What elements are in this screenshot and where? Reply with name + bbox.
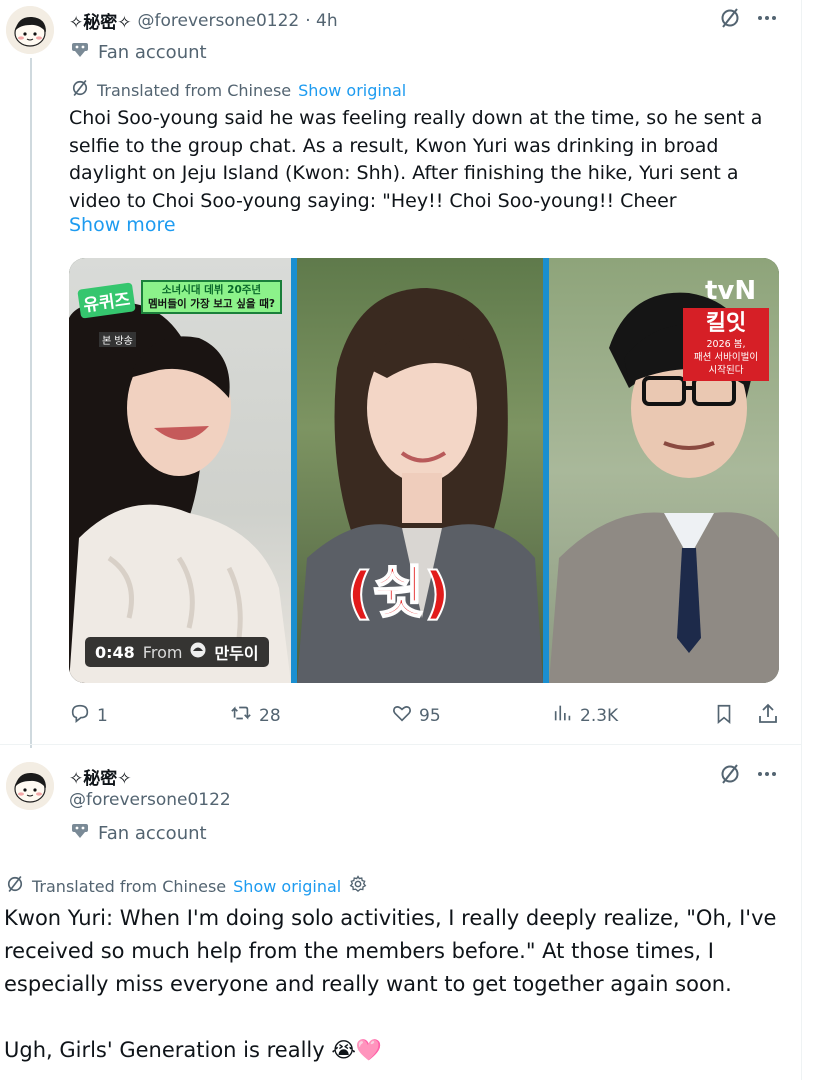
settings-gear-icon[interactable] [348, 874, 368, 898]
fan-account-label: Fan account [98, 42, 207, 63]
heart-icon [391, 702, 413, 729]
video-duration: 0:48 [95, 642, 135, 662]
left-small-label: 본 방송 [99, 332, 136, 347]
repost-icon [229, 702, 253, 729]
translation-notice: Translated from Chinese Show original [70, 78, 406, 102]
left-caption-line2: 멤버들이 가장 보고 싶을 때? [148, 298, 275, 310]
share-icon[interactable] [756, 702, 780, 730]
video-player[interactable]: 유퀴즈 소녀시대 데뷔 20주년 멤버들이 가장 보고 싶을 때? 본 방송 (… [69, 258, 779, 683]
network-logo: tvN [705, 276, 757, 306]
post-time[interactable]: · 4h [305, 11, 337, 31]
post-header: ✧秘密✧ @foreversone0122 · 4h [69, 8, 338, 34]
promo-line2: 패션 서바이벌이 [693, 352, 759, 363]
post-divider [0, 744, 802, 745]
translated-label: Translated from Chinese [32, 876, 227, 896]
avatar[interactable] [6, 6, 54, 54]
video-panel-left: 유퀴즈 소녀시대 데뷔 20주년 멤버들이 가장 보고 싶을 때? 본 방송 [69, 258, 291, 683]
left-caption: 소녀시대 데뷔 20주년 멤버들이 가장 보고 싶을 때? [141, 280, 282, 314]
show-title: 킬잇 [705, 311, 747, 336]
video-from-label: From [142, 642, 183, 662]
repost-button[interactable]: 28 [229, 702, 281, 729]
reply-icon [69, 702, 91, 729]
scroll-divider [801, 0, 802, 1080]
source-avatar-icon [190, 642, 206, 662]
analytics-icon [552, 702, 574, 729]
post-text: Choi Soo-young said he was feeling reall… [69, 107, 763, 212]
views-button[interactable]: 2.3K [552, 702, 618, 729]
display-name[interactable]: ✧秘密✧ [69, 8, 132, 33]
bookmark-icon[interactable] [713, 702, 735, 730]
thread-connector [30, 58, 32, 748]
video-source-name[interactable]: 만두이 [214, 640, 258, 664]
translate-icon [5, 874, 25, 898]
promo-line3: 시작된다 [708, 365, 744, 376]
grok-icon[interactable] [718, 762, 742, 790]
video-overlay[interactable]: 0:48 From 만두이 [85, 637, 269, 667]
post-paragraph-1: Kwon Yuri: When I'm doing solo activitie… [4, 906, 777, 996]
post-paragraph-2: Ugh, Girls' Generation is really 😭🩷 [4, 1038, 383, 1062]
left-caption-line1: 소녀시대 데뷔 20주년 [161, 284, 262, 296]
mask-icon [70, 40, 90, 65]
translation-notice: Translated from Chinese Show original [5, 874, 368, 898]
center-caption: (쉿) [346, 560, 451, 627]
show-original-link[interactable]: Show original [233, 877, 341, 896]
fan-account-badge: Fan account [70, 821, 207, 846]
display-name[interactable]: ✧秘密✧ [69, 764, 132, 789]
video-panel-right: tvN 킬잇 2026 봄, 패션 서바이벌이 시작된다 [549, 258, 779, 683]
show-original-link[interactable]: Show original [298, 81, 406, 100]
grok-icon[interactable] [718, 6, 742, 34]
fan-account-badge: Fan account [70, 40, 207, 65]
reply-count: 1 [97, 705, 108, 726]
more-icon[interactable] [755, 6, 779, 34]
translate-icon [70, 78, 90, 102]
show-more-link[interactable]: Show more [69, 214, 176, 236]
promo-line1: 2026 봄, [706, 339, 746, 350]
show-promo: 킬잇 2026 봄, 패션 서바이벌이 시작된다 [683, 308, 769, 381]
translated-label: Translated from Chinese [97, 80, 292, 100]
mask-icon [70, 821, 90, 846]
avatar[interactable] [6, 762, 54, 810]
post-text: Kwon Yuri: When I'm doing solo activitie… [4, 902, 794, 1067]
video-panel-center: (쉿) [297, 258, 543, 683]
reply-button[interactable]: 1 [69, 702, 108, 729]
views-count: 2.3K [580, 705, 619, 726]
repost-count: 28 [259, 705, 281, 726]
more-icon[interactable] [755, 762, 779, 790]
like-count: 95 [419, 705, 441, 726]
fan-account-label: Fan account [98, 823, 207, 844]
like-button[interactable]: 95 [391, 702, 441, 729]
handle[interactable]: @foreversone0122 [69, 790, 231, 810]
handle[interactable]: @foreversone0122 [138, 11, 300, 31]
